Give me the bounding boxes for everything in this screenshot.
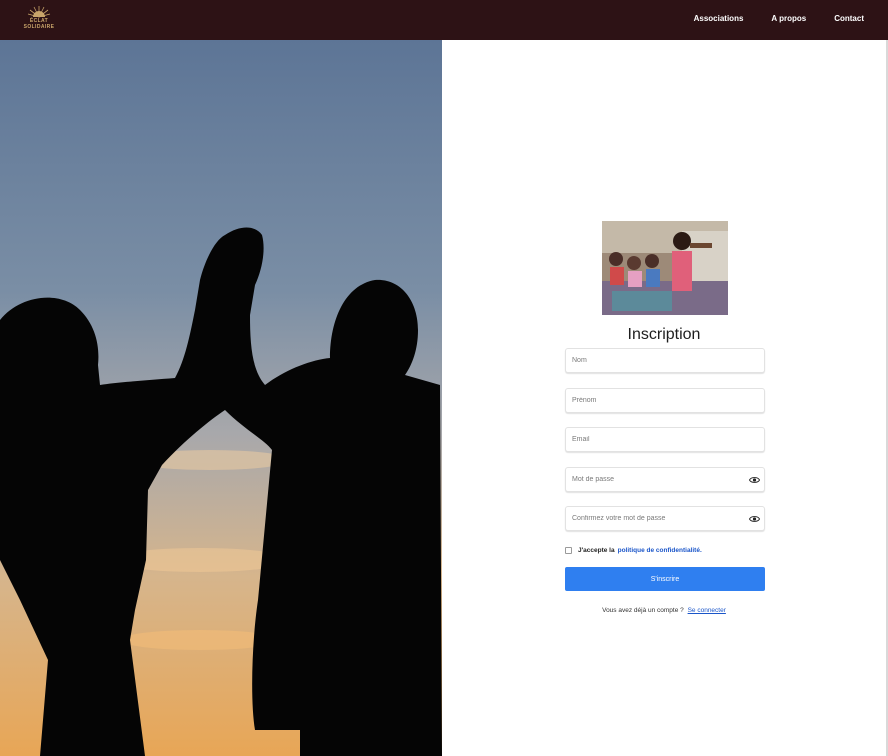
login-prefix: Vous avez déjà un compte ? xyxy=(602,607,684,614)
login-prompt: Vous avez déjà un compte ? Se connecter xyxy=(442,607,886,614)
nom-input[interactable] xyxy=(572,349,742,372)
login-link[interactable]: Se connecter xyxy=(688,607,726,614)
hero-image-silhouettes xyxy=(0,40,442,756)
email-input[interactable] xyxy=(572,428,742,451)
nav-links: Associations A propos Contact xyxy=(694,0,864,36)
email-field[interactable] xyxy=(565,427,765,452)
page-title: Inscription xyxy=(627,326,701,343)
consent-prefix: J'accepte la xyxy=(578,546,615,554)
password-input[interactable] xyxy=(572,468,742,491)
prenom-input[interactable] xyxy=(572,389,742,412)
brand-logo[interactable]: ÉCLAT SOLIDAIRE xyxy=(16,4,62,30)
prenom-field[interactable] xyxy=(565,388,765,413)
consent-checkbox[interactable] xyxy=(565,546,572,554)
password-field[interactable] xyxy=(565,467,765,492)
eye-icon[interactable] xyxy=(749,475,760,485)
nav-link-a-propos[interactable]: A propos xyxy=(771,14,806,23)
brand-name: ÉCLAT SOLIDAIRE xyxy=(23,18,55,30)
privacy-consent: J'accepte la politique de confidentialit… xyxy=(565,545,702,555)
nom-field[interactable] xyxy=(565,348,765,373)
signup-button[interactable]: S'inscrire xyxy=(565,567,765,591)
eye-icon[interactable] xyxy=(749,514,760,524)
top-navbar: ÉCLAT SOLIDAIRE Associations A propos Co… xyxy=(0,0,888,40)
nav-link-associations[interactable]: Associations xyxy=(694,14,744,23)
confirm-password-field[interactable] xyxy=(565,506,765,531)
signup-panel: Inscription J'accepte la politique de co… xyxy=(442,40,886,756)
confirm-password-input[interactable] xyxy=(572,507,742,530)
classroom-photo xyxy=(602,221,728,315)
privacy-policy-link[interactable]: politique de confidentialité. xyxy=(618,547,702,554)
nav-link-contact[interactable]: Contact xyxy=(834,14,864,23)
